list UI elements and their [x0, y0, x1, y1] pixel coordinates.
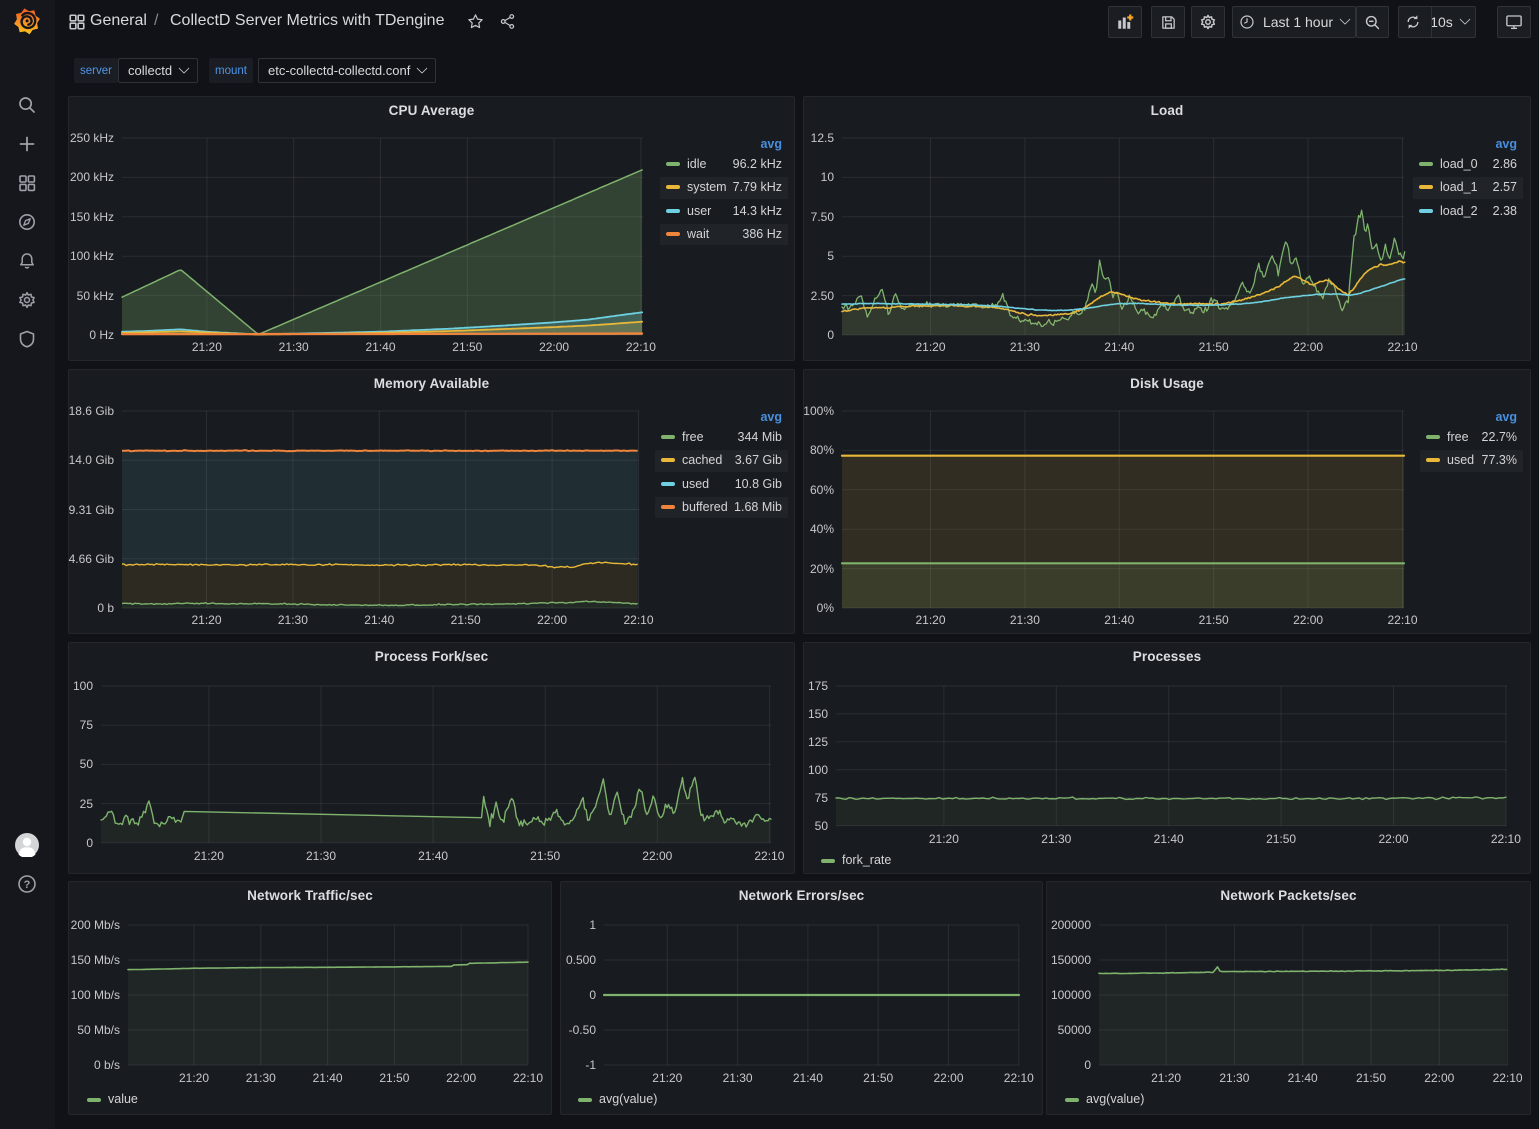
svg-text:?: ? [24, 879, 31, 891]
